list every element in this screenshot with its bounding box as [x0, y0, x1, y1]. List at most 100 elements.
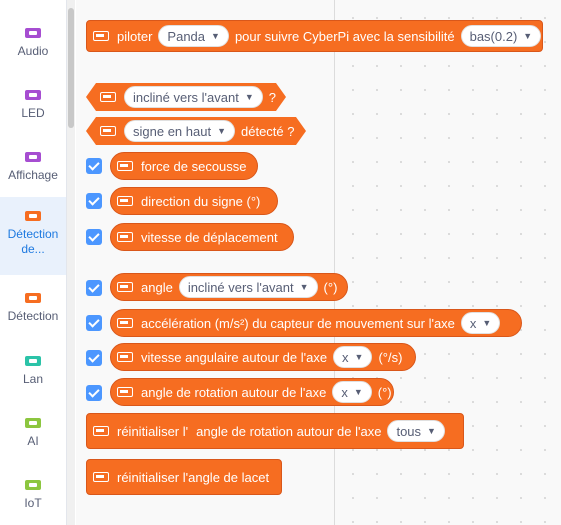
motion-sensing-category-icon — [25, 211, 41, 221]
pilot-panda-block[interactable]: piloter Panda ▼ pour suivre CyberPi avec … — [86, 20, 543, 52]
sign-direction-dropdown[interactable]: signe en haut ▼ — [124, 120, 235, 142]
block-text: piloter — [117, 28, 153, 44]
cyberpi-block-icon — [117, 282, 133, 292]
category-label: LED — [21, 106, 45, 120]
led-category-icon — [25, 90, 41, 100]
dropdown-value: x — [342, 349, 349, 365]
chevron-down-icon: ▼ — [354, 352, 364, 362]
category-motion-sensing[interactable]: Détection de... — [0, 197, 66, 275]
dropdown-value: tous — [396, 423, 422, 439]
acceleration-block[interactable]: accélération (m/s²) du capteur de mouvem… — [110, 309, 522, 337]
chevron-down-icon: ▼ — [217, 126, 226, 136]
block-text: direction du signe (°) — [141, 193, 261, 209]
dropdown-value: bas(0.2) — [469, 28, 518, 44]
gyro-axis-dropdown[interactable]: x ▼ — [333, 346, 373, 368]
dropdown-value: incliné vers l'avant — [187, 279, 294, 295]
block-text: angle de rotation autour de l'axe — [141, 384, 327, 400]
category-sidebar: Audio LED Affichage Détection de... Déte… — [0, 0, 67, 525]
category-label: Détection — [7, 309, 59, 323]
angle-direction-dropdown[interactable]: incliné vers l'avant ▼ — [178, 276, 318, 298]
rotation-angle-block[interactable]: angle de rotation autour de l'axe x ▼ (°) — [110, 378, 394, 406]
cyberpi-block-icon — [117, 232, 133, 242]
sign-direction-block[interactable]: direction du signe (°) — [110, 187, 278, 215]
movement-speed-block[interactable]: vitesse de déplacement — [110, 223, 294, 251]
accel-axis-dropdown[interactable]: x ▼ — [460, 312, 501, 334]
category-label: AI — [27, 434, 39, 448]
cyberpi-block-icon — [117, 387, 133, 397]
tilt-angle-block[interactable]: angle incliné vers l'avant ▼ (°) — [110, 273, 348, 301]
block-text: accélération (m/s²) du capteur de mouvem… — [141, 315, 455, 331]
dropdown-value: x — [469, 315, 477, 331]
cyberpi-block-icon — [117, 161, 133, 171]
chevron-down-icon: ▼ — [211, 31, 220, 41]
block-text: force de secousse — [141, 158, 247, 174]
chevron-down-icon: ▼ — [299, 282, 309, 292]
display-category-icon — [25, 152, 41, 162]
block-text: angle — [141, 279, 173, 295]
rotation-axis-dropdown[interactable]: x ▼ — [332, 381, 372, 403]
cyberpi-block-icon — [100, 92, 116, 102]
block-text: réinitialiser l'angle de lacet — [117, 469, 270, 485]
acceleration-monitor-checkbox[interactable] — [86, 315, 102, 331]
cyberpi-block-icon — [117, 318, 133, 328]
dropdown-value: incliné vers l'avant — [133, 89, 239, 105]
chevron-down-icon: ▼ — [427, 426, 436, 436]
category-label: Audio — [17, 44, 49, 58]
block-text: détecté ? — [241, 123, 295, 139]
block-text: angle de rotation autour de l'axe — [196, 423, 382, 439]
cyberpi-block-icon — [93, 472, 109, 482]
gyro-monitor-checkbox[interactable] — [86, 350, 102, 366]
tilt-detected-block[interactable]: incliné vers l'avant ▼ ? — [86, 83, 286, 111]
reset-yaw-block[interactable]: réinitialiser l'angle de lacet — [86, 459, 282, 495]
chevron-down-icon: ▼ — [244, 92, 254, 102]
shake-monitor-checkbox[interactable] — [86, 158, 102, 174]
category-led[interactable]: LED — [0, 90, 66, 121]
chevron-down-icon: ▼ — [482, 318, 492, 328]
block-text: pour suivre CyberPi avec la sensibilité — [234, 28, 455, 44]
category-iot[interactable]: IoT — [0, 480, 66, 511]
block-text: (°) — [377, 384, 392, 400]
direction-monitor-checkbox[interactable] — [86, 193, 102, 209]
reset-axis-dropdown[interactable]: tous ▼ — [387, 420, 445, 442]
tilt-direction-dropdown[interactable]: incliné vers l'avant ▼ — [124, 86, 263, 108]
pilot-target-dropdown[interactable]: Panda ▼ — [158, 25, 229, 47]
category-lan[interactable]: Lan — [0, 356, 66, 387]
category-label: Lan — [22, 372, 44, 386]
cyberpi-block-icon — [117, 352, 133, 362]
shake-strength-block[interactable]: force de secousse — [110, 152, 258, 180]
audio-category-icon — [25, 28, 41, 38]
cyberpi-block-icon — [100, 126, 116, 136]
dropdown-value: Panda — [167, 28, 206, 44]
angle-monitor-checkbox[interactable] — [86, 280, 102, 296]
reset-rotation-block[interactable]: réinitialiser l' angle de rotation autou… — [86, 413, 464, 449]
category-detection[interactable]: Détection — [0, 293, 66, 324]
category-label: IoT — [24, 496, 42, 510]
speed-monitor-checkbox[interactable] — [86, 229, 102, 245]
category-affichage[interactable]: Affichage — [0, 152, 66, 183]
angular-velocity-block[interactable]: vitesse angulaire autour de l'axe x ▼ (°/… — [110, 343, 416, 371]
rotation-monitor-checkbox[interactable] — [86, 385, 102, 401]
dropdown-value: signe en haut — [133, 123, 212, 139]
block-text: ? — [268, 89, 276, 105]
block-text: réinitialiser l' — [117, 423, 189, 439]
block-text: vitesse angulaire autour de l'axe — [141, 349, 328, 365]
chevron-down-icon: ▼ — [353, 387, 363, 397]
block-text: (°/s) — [378, 349, 403, 365]
sign-detected-block[interactable]: signe en haut ▼ détecté ? — [86, 117, 306, 145]
dropdown-value: x — [341, 384, 348, 400]
category-audio[interactable]: Audio — [0, 28, 66, 59]
chevron-down-icon: ▼ — [523, 31, 533, 41]
cyberpi-block-icon — [93, 426, 109, 436]
lan-category-icon — [25, 356, 41, 366]
detection-category-icon — [25, 293, 41, 303]
cyberpi-block-icon — [117, 196, 133, 206]
ai-category-icon — [25, 418, 41, 428]
block-text: (°) — [323, 279, 338, 295]
cyberpi-block-icon — [93, 31, 109, 41]
category-label: Détection de... — [7, 227, 59, 256]
category-label: Affichage — [8, 168, 58, 182]
category-ai[interactable]: AI — [0, 418, 66, 449]
sensitivity-dropdown[interactable]: bas(0.2) ▼ — [460, 25, 542, 47]
iot-category-icon — [25, 480, 41, 490]
palette-scrollbar-thumb[interactable] — [68, 8, 74, 128]
